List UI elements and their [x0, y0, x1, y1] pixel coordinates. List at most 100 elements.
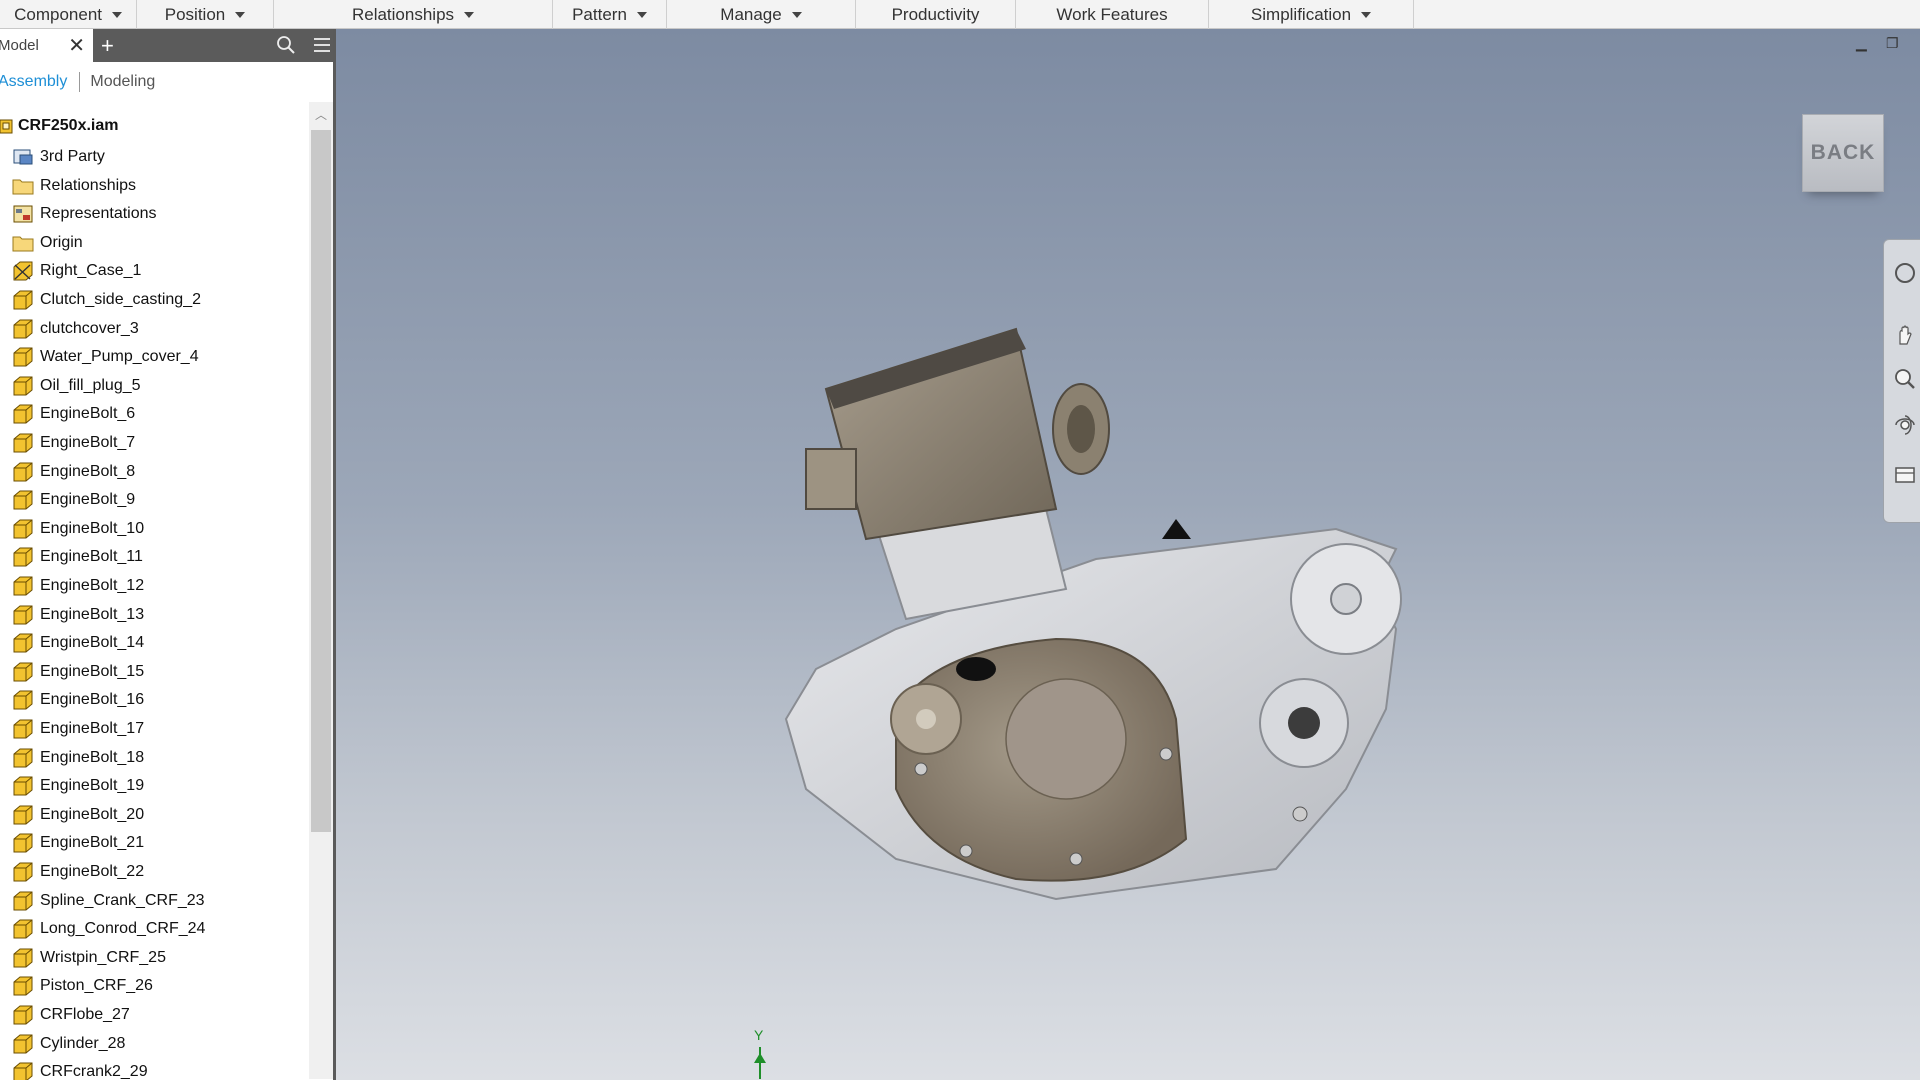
tree-item[interactable]: Relationships — [0, 174, 136, 198]
ribbon-tab-simplification[interactable]: Simplification — [1209, 0, 1414, 29]
part-icon — [12, 605, 34, 625]
assembly-icon — [0, 119, 13, 134]
ribbon-tab-manage[interactable]: Manage — [667, 0, 856, 29]
tree-item[interactable]: EngineBolt_6 — [0, 402, 135, 426]
tree-item-label: EngineBolt_8 — [40, 462, 136, 480]
tree-item[interactable]: Spline_Crank_CRF_23 — [0, 889, 205, 913]
tree-item[interactable]: clutchcover_3 — [0, 317, 139, 341]
tree-item[interactable]: Representations — [0, 202, 157, 226]
ribbon-tab-label: Component — [14, 4, 102, 24]
tree-item[interactable]: EngineBolt_21 — [0, 831, 144, 855]
tree-item-label: Long_Conrod_CRF_24 — [40, 920, 206, 938]
tree-item-label: EngineBolt_22 — [40, 863, 145, 880]
tree-item[interactable]: Piston_CRF_26 — [0, 974, 153, 998]
tab-model[interactable]: Model ✕ — [0, 29, 93, 62]
axis-y-label: Y — [754, 1027, 764, 1043]
tree-item-label: EngineBolt_7 — [40, 434, 136, 451]
part-icon — [12, 433, 34, 453]
tree-item-label: EngineBolt_19 — [40, 777, 145, 795]
tree-item[interactable]: CRFcrank2_29 — [0, 1060, 148, 1080]
ribbon-tab-pattern[interactable]: Pattern — [553, 0, 667, 29]
tree-item[interactable]: EngineBolt_10 — [0, 517, 144, 541]
tree-item[interactable]: EngineBolt_7 — [0, 431, 135, 455]
subtab-assembly[interactable]: Assembly — [0, 73, 67, 91]
tree-item-label: EngineBolt_16 — [40, 691, 145, 709]
part-icon — [12, 748, 34, 768]
representations-icon — [12, 204, 34, 224]
hamburger-menu-icon[interactable] — [312, 35, 332, 55]
tree-item[interactable]: EngineBolt_18 — [0, 746, 144, 770]
part-icon — [12, 862, 34, 882]
tree-item[interactable]: EngineBolt_14 — [0, 631, 144, 655]
part-icon — [12, 376, 34, 396]
part-icon — [12, 919, 34, 939]
part-icon — [12, 490, 34, 510]
tree-item[interactable]: Right_Case_1 — [0, 259, 141, 283]
ribbon-tab-relationships[interactable]: Relationships — [274, 0, 553, 29]
ribbon-tab-label: Relationships — [351, 4, 455, 24]
close-icon[interactable]: ✕ — [68, 36, 85, 56]
tree-item-label: clutchcover_3 — [40, 319, 139, 337]
tree-item[interactable]: EngineBolt_9 — [0, 488, 135, 512]
part-icon — [12, 690, 34, 710]
tree-item[interactable]: EngineBolt_15 — [0, 660, 144, 684]
part-icon — [12, 547, 34, 567]
tree-item-label: EngineBolt_11 — [40, 548, 143, 566]
search-icon[interactable] — [276, 35, 296, 55]
tree-item[interactable]: EngineBolt_13 — [0, 603, 144, 627]
engine-model-3d[interactable] — [336, 29, 1920, 1080]
subtab-modeling[interactable]: Modeling — [90, 73, 155, 91]
folder-icon — [12, 233, 34, 253]
tree-item[interactable]: EngineBolt_16 — [0, 688, 144, 712]
tree-item-label: EngineBolt_15 — [40, 662, 145, 680]
part-icon — [12, 833, 34, 853]
tree-item[interactable]: Wristpin_CRF_25 — [0, 946, 166, 970]
part-icon — [12, 776, 34, 796]
tree-item[interactable]: Water_Pump_cover_4 — [0, 345, 199, 369]
chevron-down-icon — [464, 11, 475, 18]
tree-item[interactable]: EngineBolt_12 — [0, 574, 144, 598]
tree-item-label: Cylinder_28 — [40, 1034, 126, 1052]
tree-root-assembly[interactable]: CRF250x.iam — [0, 114, 119, 138]
third-party-icon — [12, 147, 34, 167]
part-icon — [12, 519, 34, 539]
tree-item[interactable]: Origin — [0, 231, 83, 255]
tree-item[interactable]: EngineBolt_20 — [0, 803, 144, 827]
tree-item[interactable]: EngineBolt_19 — [0, 774, 144, 798]
tree-item-label: EngineBolt_10 — [40, 519, 145, 537]
tree-item-label: EngineBolt_13 — [40, 605, 145, 623]
tree-item[interactable]: EngineBolt_8 — [0, 460, 135, 484]
scroll-thumb[interactable] — [311, 130, 331, 832]
chevron-down-icon — [112, 11, 122, 18]
ribbon-tab-work-features[interactable]: Work Features — [1016, 0, 1209, 29]
tree-item-label: Piston_CRF_26 — [40, 977, 153, 995]
tree-item[interactable]: EngineBolt_22 — [0, 860, 144, 884]
tree-item[interactable]: EngineBolt_11 — [0, 545, 143, 569]
tree-item[interactable]: Cylinder_28 — [0, 1032, 125, 1056]
tree-item[interactable]: Long_Conrod_CRF_24 — [0, 917, 205, 941]
tree-item[interactable]: 3rd Party — [0, 145, 105, 169]
ribbon-tab-position[interactable]: Position — [137, 0, 274, 29]
add-tab-button[interactable]: + — [101, 34, 114, 57]
part-icon — [12, 462, 34, 482]
chevron-down-icon — [235, 11, 246, 18]
tree-item[interactable]: Oil_fill_plug_5 — [0, 374, 141, 398]
chevron-down-icon — [1361, 11, 1372, 18]
tree-item-label: EngineBolt_6 — [40, 405, 136, 423]
scroll-up-icon[interactable]: ︿ — [309, 102, 333, 126]
tree-item-label: EngineBolt_17 — [40, 720, 145, 737]
tree-item[interactable]: EngineBolt_17 — [0, 717, 144, 741]
tree-item-label: EngineBolt_9 — [40, 491, 136, 509]
ribbon-tab-component[interactable]: Component — [0, 0, 137, 29]
ribbon-tab-label: Manage — [720, 4, 782, 24]
tree-item-label: Representations — [40, 205, 157, 223]
part-icon — [12, 891, 34, 911]
tree-item-label: Water_Pump_cover_4 — [40, 348, 199, 366]
graphics-viewport[interactable]: ▁ ❐ BACK Y — [336, 29, 1920, 1080]
tree-item-label: 3rd Party — [40, 148, 105, 165]
tree-scrollbar[interactable]: ︿ — [309, 102, 333, 1079]
tree-item-label: Oil_fill_plug_5 — [40, 376, 141, 394]
ribbon-tab-productivity[interactable]: Productivity — [856, 0, 1016, 29]
tree-item[interactable]: Clutch_side_casting_2 — [0, 288, 201, 312]
tree-item[interactable]: CRFlobe_27 — [0, 1003, 130, 1027]
